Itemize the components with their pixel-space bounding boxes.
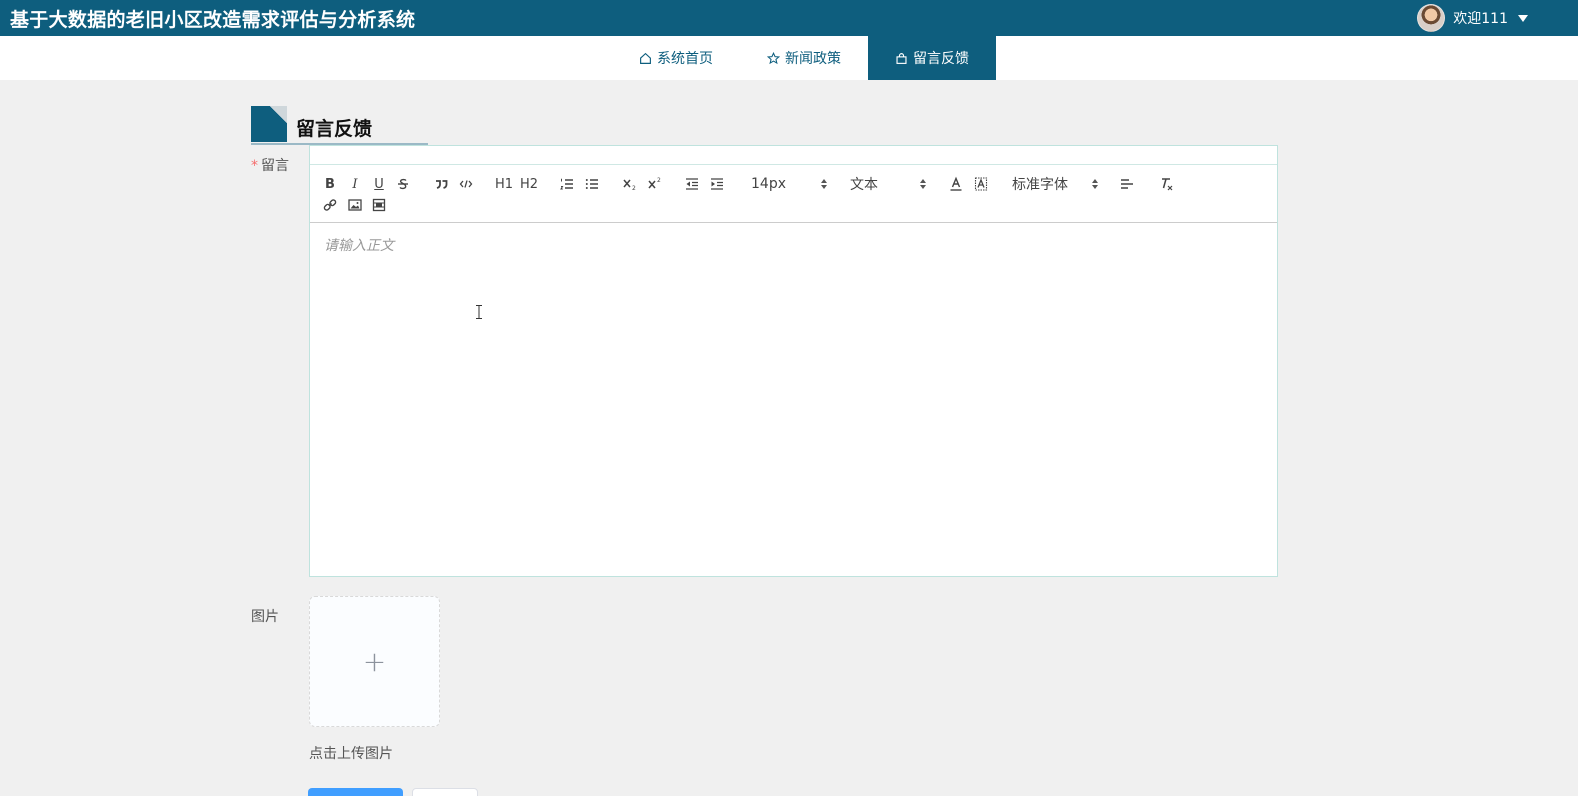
outdent-button[interactable]	[684, 175, 700, 193]
h2-button[interactable]: H2	[520, 175, 538, 193]
image-button[interactable]	[347, 196, 363, 214]
align-button[interactable]	[1119, 175, 1135, 193]
editor-toolbar: B I U H1 H2 2 2 14px 文本 标准字体	[310, 165, 1277, 223]
align-left-icon	[1121, 179, 1133, 189]
clear-format-button[interactable]	[1158, 175, 1174, 193]
plus-icon: +	[362, 644, 387, 678]
nav-item-label: 留言反馈	[913, 51, 969, 67]
nav-item-label: 新闻政策	[785, 51, 841, 67]
nav-item-news[interactable]: 新闻政策	[740, 36, 868, 80]
user-menu[interactable]: 欢迎111	[1417, 4, 1528, 32]
image-label: 图片	[251, 609, 279, 625]
strikethrough-icon	[398, 178, 408, 190]
bold-button[interactable]: B	[322, 175, 338, 193]
upload-tip: 点击上传图片	[309, 746, 393, 762]
select-arrows-icon	[1092, 179, 1098, 189]
section-title: 留言反馈	[296, 118, 373, 140]
video-button[interactable]	[371, 196, 387, 214]
required-mark: *	[251, 158, 258, 174]
svg-text:2: 2	[632, 185, 636, 192]
nav-item-home[interactable]: 系统首页	[612, 36, 740, 80]
bullet-list-icon	[585, 179, 598, 189]
editor-placeholder: 请输入正文	[324, 238, 394, 254]
code-button[interactable]	[458, 175, 474, 193]
editor-top-border	[310, 146, 1277, 165]
header-format-select[interactable]: 文本	[850, 175, 926, 193]
select-arrows-icon	[821, 179, 827, 189]
ordered-list-button[interactable]	[559, 175, 575, 193]
background-color-button[interactable]	[973, 175, 989, 193]
font-family-value: 标准字体	[1012, 177, 1068, 193]
ordered-list-icon	[560, 178, 573, 190]
svg-text:2: 2	[657, 177, 661, 184]
link-button[interactable]	[322, 196, 338, 214]
rich-text-editor: B I U H1 H2 2 2 14px 文本 标准字体 请输入正文	[309, 145, 1278, 577]
message-label-text: 留言	[261, 158, 289, 174]
nav-item-feedback[interactable]: 留言反馈	[868, 36, 996, 80]
clear-format-icon	[1162, 178, 1173, 191]
message-label: * 留言	[251, 155, 289, 175]
select-arrows-icon	[920, 179, 926, 189]
subscript-icon: 2	[623, 179, 636, 192]
font-family-select[interactable]: 标准字体	[1012, 175, 1098, 193]
welcome-text[interactable]: 欢迎111	[1453, 8, 1508, 28]
strike-button[interactable]	[395, 175, 411, 193]
font-color-icon	[950, 176, 962, 191]
image-upload-box[interactable]: +	[309, 596, 440, 727]
nav-item-label: 系统首页	[657, 51, 713, 67]
link-icon	[323, 199, 337, 211]
section-mark-icon	[251, 106, 287, 142]
section-heading: 留言反馈	[251, 106, 428, 146]
h1-button[interactable]: H1	[495, 175, 513, 193]
quote-icon	[436, 180, 448, 189]
font-size-select[interactable]: 14px	[751, 175, 827, 193]
indent-icon	[711, 178, 723, 190]
caret-down-icon[interactable]	[1518, 14, 1528, 22]
superscript-icon: 2	[648, 177, 661, 189]
avatar[interactable]	[1417, 4, 1446, 32]
blockquote-button[interactable]	[433, 175, 449, 193]
code-icon	[459, 180, 473, 188]
main-nav: 系统首页 新闻政策 留言反馈	[0, 36, 1578, 80]
bag-icon	[896, 52, 907, 64]
indent-button[interactable]	[709, 175, 725, 193]
text-cursor-icon	[476, 305, 482, 319]
subscript-button[interactable]: 2	[622, 175, 638, 193]
app-title: 基于大数据的老旧小区改造需求评估与分析系统	[10, 8, 416, 31]
outdent-icon	[686, 178, 698, 190]
video-icon	[372, 198, 386, 212]
font-size-value: 14px	[751, 176, 786, 192]
home-icon	[640, 52, 651, 64]
star-icon	[767, 51, 780, 64]
italic-button[interactable]: I	[347, 175, 363, 193]
font-color-button[interactable]	[948, 175, 964, 193]
bullet-list-button[interactable]	[584, 175, 600, 193]
image-icon	[348, 199, 362, 211]
reset-button[interactable]	[412, 788, 478, 796]
header-format-value: 文本	[850, 177, 878, 193]
submit-button[interactable]	[308, 788, 403, 796]
superscript-button[interactable]: 2	[647, 175, 663, 193]
underline-button[interactable]: U	[371, 175, 387, 193]
top-header: 基于大数据的老旧小区改造需求评估与分析系统 欢迎111	[0, 0, 1578, 36]
background-color-icon	[974, 177, 988, 191]
editor-content-area[interactable]: 请输入正文	[310, 223, 1277, 577]
